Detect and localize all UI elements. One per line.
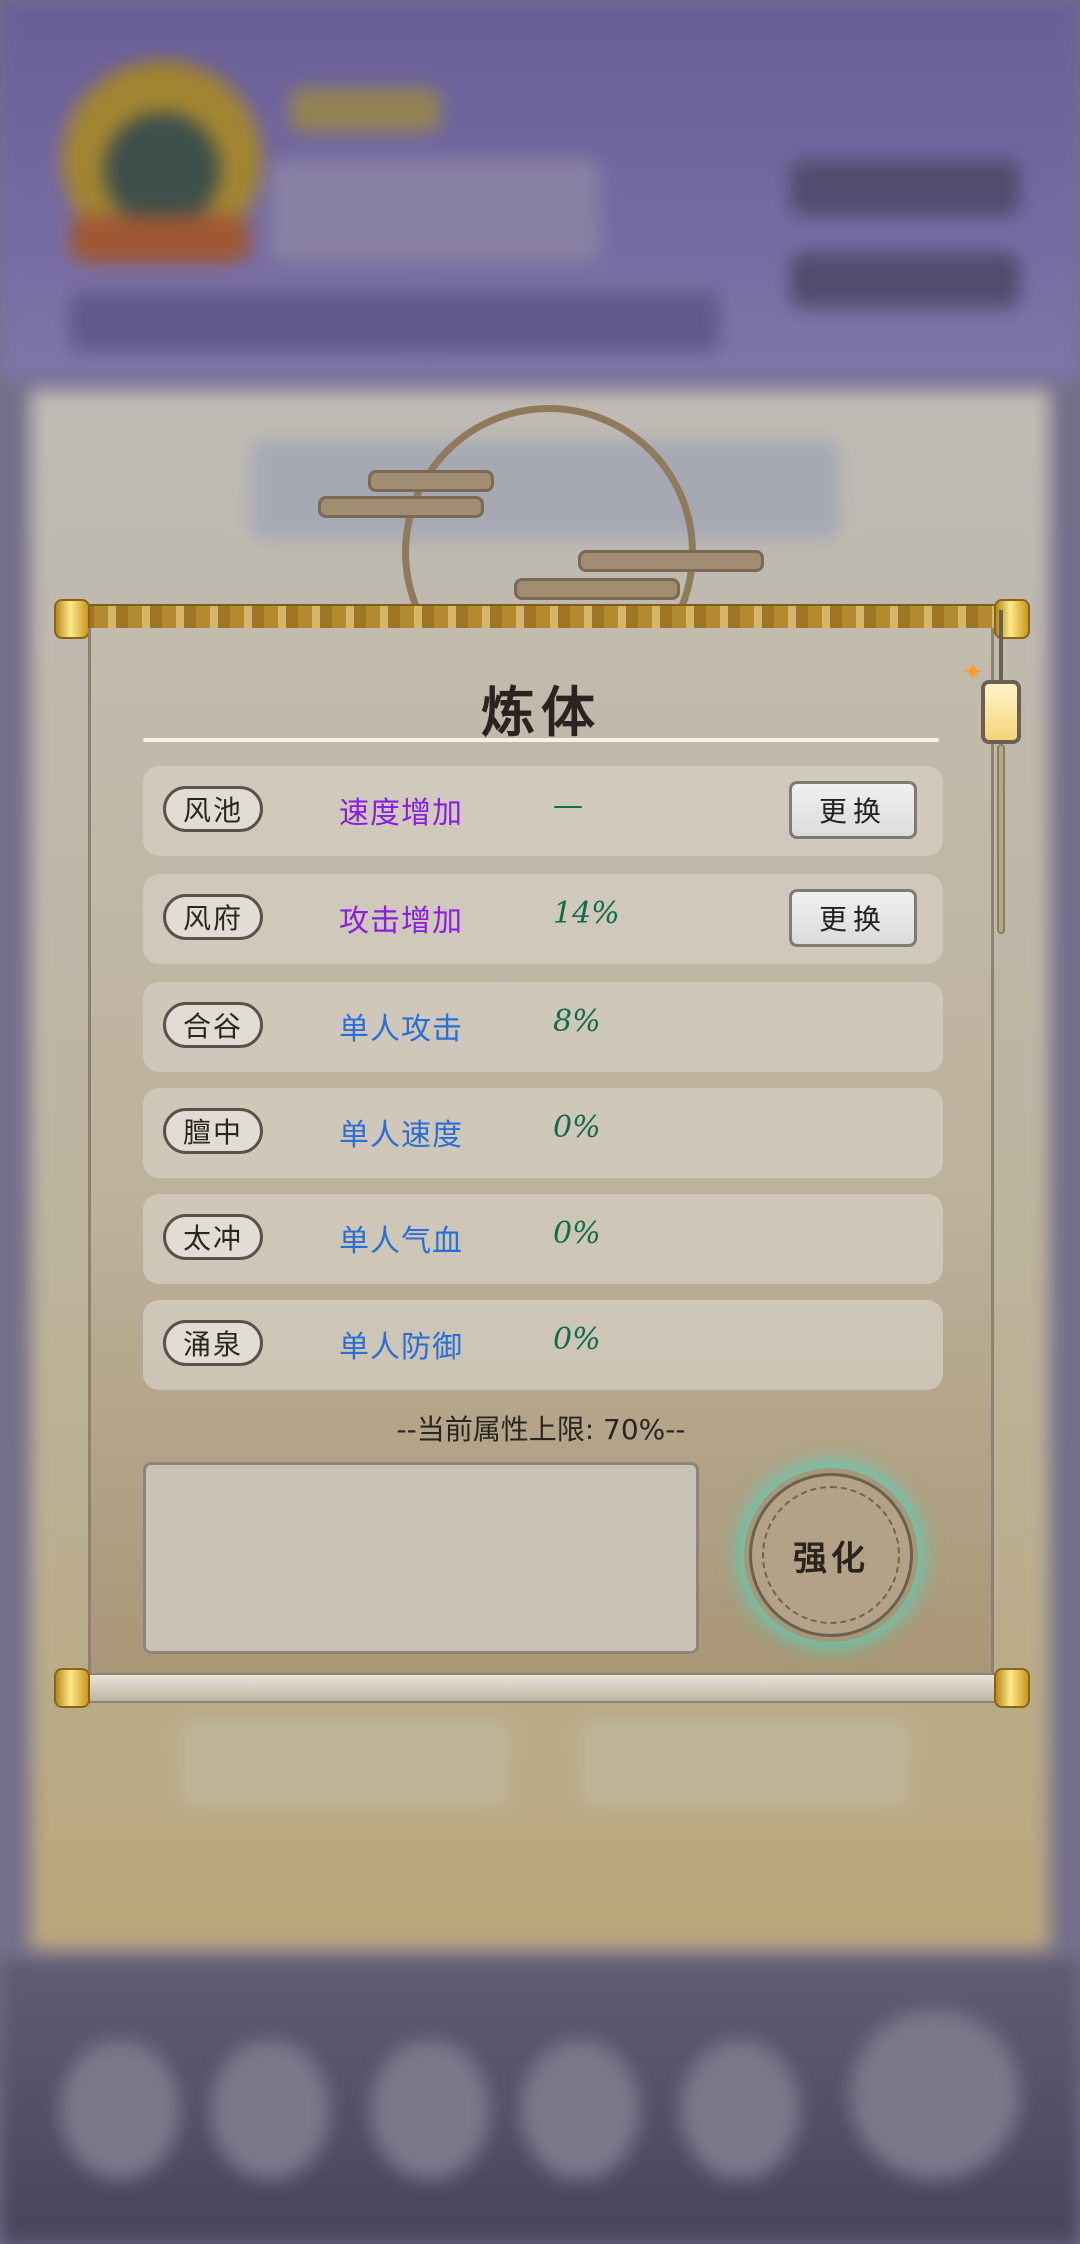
attribute-row: 风池 速度增加 — 更换 — [143, 766, 943, 856]
attribute-row: 合谷 单人攻击 8% — [143, 982, 943, 1072]
attribute-row: 风府 攻击增加 14% 更换 — [143, 874, 943, 964]
attribute-value: — — [553, 788, 583, 823]
attribute-name: 单人攻击 — [339, 1012, 463, 1047]
lantern-tassel — [997, 744, 1005, 934]
acupoint-label: 涌泉 — [163, 1320, 263, 1366]
cloud-decoration — [318, 496, 484, 518]
attribute-value: 0% — [553, 1110, 601, 1145]
body-refining-panel: 炼体 风池 速度增加 — 更换 风府 攻击增加 14% 更换 合谷 单人攻击 8… — [88, 628, 994, 1678]
cloud-decoration — [368, 470, 494, 492]
swap-button[interactable]: 更换 — [789, 781, 917, 839]
lantern-icon — [981, 680, 1021, 744]
attribute-value: 0% — [553, 1322, 601, 1357]
swap-button[interactable]: 更换 — [789, 889, 917, 947]
attribute-row: 太冲 单人气血 0% — [143, 1194, 943, 1284]
attribute-name: 攻击增加 — [339, 904, 463, 939]
spark-icon: ✦ — [962, 658, 984, 688]
attribute-name: 速度增加 — [339, 796, 463, 831]
cloud-decoration — [578, 550, 764, 572]
panel-title: 炼体 — [481, 680, 601, 744]
attribute-name: 单人防御 — [339, 1330, 463, 1365]
strengthen-button[interactable]: 强化 — [749, 1473, 913, 1637]
attribute-value: 8% — [553, 1004, 601, 1039]
attribute-row: 涌泉 单人防御 0% — [143, 1300, 943, 1390]
acupoint-label: 太冲 — [163, 1214, 263, 1260]
attribute-name: 单人速度 — [339, 1118, 463, 1153]
acupoint-label: 膻中 — [163, 1108, 263, 1154]
attribute-name: 单人气血 — [339, 1224, 463, 1259]
lantern-chain — [999, 610, 1003, 680]
scroll-bottom-rod — [60, 1673, 1020, 1703]
strengthen-button-label: 强化 — [762, 1486, 900, 1624]
cloud-decoration — [514, 578, 680, 600]
scroll-rod-cap — [994, 1668, 1030, 1708]
attribute-value: 0% — [553, 1216, 601, 1251]
attribute-limit-text: --当前属性上限: 70%-- — [396, 1413, 686, 1446]
attribute-value: 14% — [553, 896, 620, 931]
acupoint-label: 风池 — [163, 786, 263, 832]
acupoint-label: 合谷 — [163, 1002, 263, 1048]
scroll-rod-cap — [54, 599, 90, 639]
acupoint-label: 风府 — [163, 894, 263, 940]
scroll-rod-cap — [54, 1668, 90, 1708]
title-divider — [143, 738, 939, 742]
attribute-row: 膻中 单人速度 0% — [143, 1088, 943, 1178]
material-input-box[interactable] — [143, 1462, 699, 1654]
